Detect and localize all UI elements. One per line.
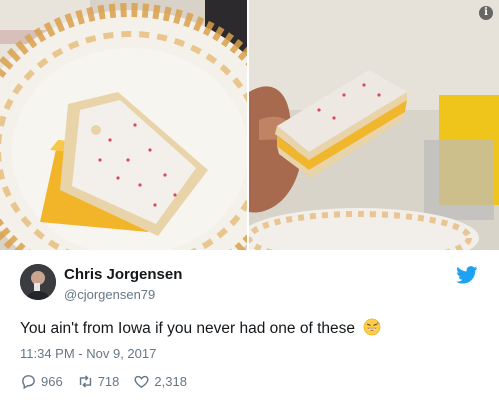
info-icon[interactable]: i (479, 6, 493, 20)
reply-icon (22, 374, 35, 389)
reply-button[interactable]: 966 (20, 373, 63, 390)
avatar[interactable] (20, 264, 56, 300)
like-count: 2,318 (154, 373, 187, 389)
author-handle[interactable]: @cjorgensen79 (64, 287, 155, 302)
retweet-icon (79, 374, 91, 388)
tweet-actions: 966 718 2,318 (20, 372, 201, 390)
reply-count: 966 (41, 373, 63, 389)
author-name[interactable]: Chris Jorgensen (64, 266, 182, 283)
retweet-button[interactable]: 718 (77, 373, 120, 390)
photo-poptart-sandwich[interactable]: i (249, 0, 499, 250)
grinning-smile-sweat-emoji (363, 318, 381, 336)
tweet-text: You ain't from Iowa if you never had one… (20, 318, 381, 338)
twitter-bird-icon[interactable] (456, 266, 478, 284)
like-button[interactable]: 2,318 (133, 373, 187, 390)
retweet-count: 718 (97, 373, 120, 389)
timestamp[interactable]: 11:34 PM - Nov 9, 2017 (20, 346, 156, 361)
heart-icon (134, 375, 149, 388)
tweet-media: i (0, 0, 499, 250)
tweet-text-content: You ain't from Iowa if you never had one… (20, 320, 355, 337)
tweet-card: i Chris Jorgensen @cjorgensen79 You ain'… (0, 0, 499, 406)
photo-poptart-plate[interactable] (0, 0, 247, 250)
